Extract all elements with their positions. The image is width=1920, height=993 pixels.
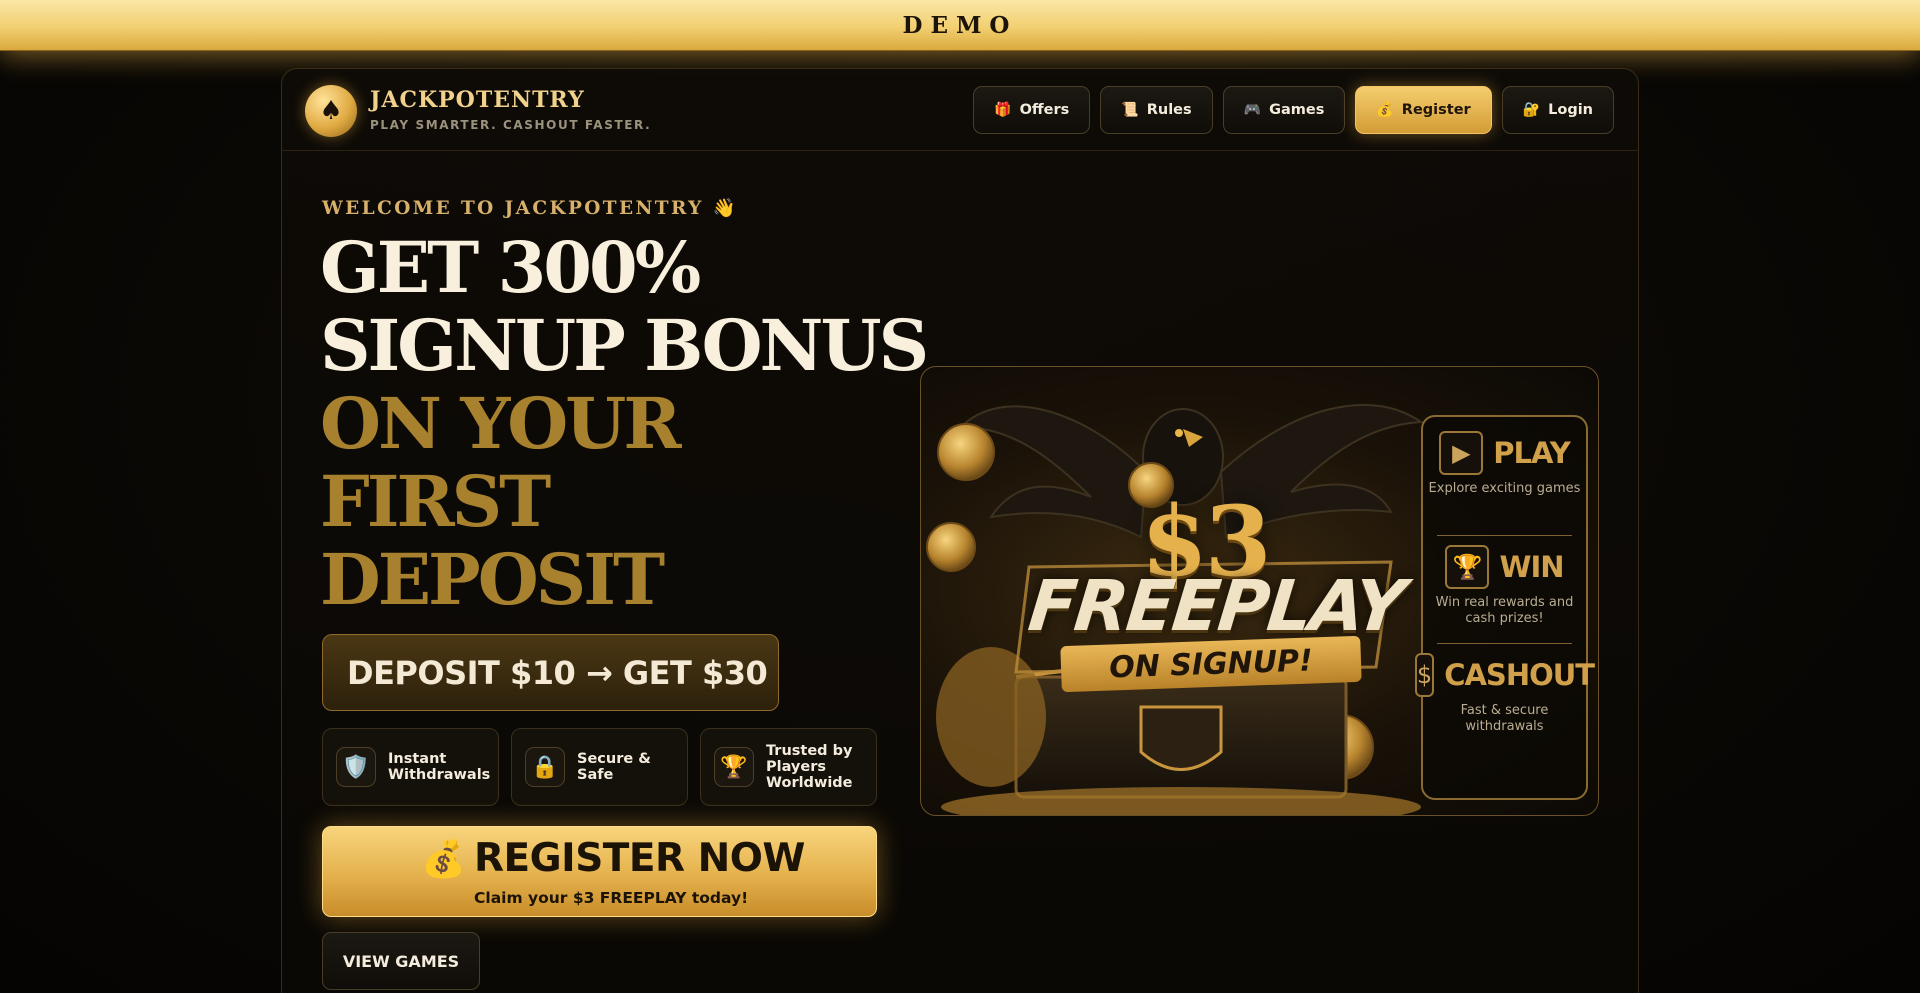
offers-label: Offers (1019, 102, 1070, 118)
padlock-icon: 🔒 (525, 747, 565, 787)
rules-label: Rules (1146, 102, 1192, 118)
site-header: ♠ JACKPOTENTRY PLAY SMARTER. CASHOUT FAS… (282, 69, 1638, 151)
welcome-text: WELCOME TO JACKPOTENTRY 👋 (322, 198, 739, 219)
gift-icon: 🎁 (994, 102, 1012, 118)
promo-steps-panel: ▶ PLAY Explore exciting games 🏆 WIN Win … (1414, 415, 1595, 800)
games-button[interactable]: 🎮 Games (1222, 86, 1346, 134)
top-nav: 🎁 Offers 📜 Rules 🎮 Games 💰 Register 🔐 Lo… (973, 86, 1614, 134)
brand-tagline: PLAY SMARTER. CASHOUT FASTER. (370, 118, 652, 132)
demo-banner: DEMO (0, 0, 1920, 51)
coin (937, 423, 995, 481)
brand-name[interactable]: JACKPOTENTRY (370, 87, 585, 113)
trophy-icon: 🏆 (714, 747, 754, 787)
freeplay-promo-image[interactable]: $3 FREEPLAY ON SIGNUP! ▶ PLAY Explore ex… (920, 366, 1599, 816)
promo-step-play: ▶ PLAY Explore exciting games (1423, 431, 1586, 497)
feature-label: Trusted by Players Worldwide (766, 743, 853, 791)
gamepad-icon: 🎮 (1243, 102, 1262, 118)
view-games-button[interactable]: VIEW GAMES (322, 932, 480, 990)
promo-step-cashout: $ CASHOUT Fast & secure withdrawals (1414, 653, 1595, 735)
headline-gold-line-1: ON YOUR (320, 382, 682, 465)
promo-step-desc: Explore exciting games (1428, 481, 1581, 496)
headline-line-2: SIGNUP BONUS (320, 304, 929, 387)
shield-icon: 🛡️ (336, 747, 376, 787)
feature-label: Secure & Safe (577, 751, 651, 783)
promo-step-desc: Fast & secure withdrawals (1460, 703, 1549, 734)
demo-banner-text: DEMO (902, 11, 1018, 39)
eagle-eye (1175, 429, 1183, 437)
register-now-subtitle: Claim your $3 FREEPLAY today! (474, 889, 749, 907)
headline-gold-line-3: DEPOSIT (320, 538, 665, 621)
feature-label: Instant Withdrawals (388, 751, 491, 783)
offers-button[interactable]: 🎁 Offers (973, 86, 1091, 134)
promo-step-title: WIN (1499, 550, 1564, 584)
promo-step-title: CASHOUT (1444, 658, 1595, 692)
main-container: ♠ JACKPOTENTRY PLAY SMARTER. CASHOUT FAS… (281, 68, 1639, 993)
register-label: Register (1401, 102, 1471, 118)
rules-button[interactable]: 📜 Rules (1100, 86, 1213, 134)
login-button[interactable]: 🔐 Login (1501, 86, 1614, 134)
lock-icon: 🔐 (1522, 102, 1541, 118)
games-label: Games (1269, 102, 1325, 118)
login-label: Login (1548, 102, 1593, 118)
promo-step-desc: Win real rewards and cash prizes! (1435, 595, 1574, 626)
register-button[interactable]: 💰 Register (1355, 86, 1492, 134)
coin (926, 522, 976, 572)
freeplay-headline: FREEPLAY (1024, 565, 1408, 647)
spade-icon[interactable]: ♠ (305, 85, 357, 137)
headline-line-1: GET 300% (320, 226, 701, 309)
chest-shield (1139, 705, 1223, 771)
hero-headline: GET 300% SIGNUP BONUS ON YOUR FIRST DEPO… (320, 226, 929, 621)
dollar-icon: $ (1414, 653, 1435, 697)
play-icon: ▶ (1439, 431, 1484, 475)
feature-trusted: 🏆 Trusted by Players Worldwide (700, 728, 877, 806)
deposit-offer-badge: DEPOSIT $10 → GET $30 (322, 634, 779, 711)
feature-instant-withdrawals: 🛡️ Instant Withdrawals (322, 728, 499, 806)
register-now-title: REGISTER NOW (474, 836, 805, 881)
feature-list: 🛡️ Instant Withdrawals 🔒 Secure & Safe 🏆… (322, 728, 877, 806)
gold-pile (936, 647, 1046, 787)
feature-secure-safe: 🔒 Secure & Safe (511, 728, 688, 806)
panel-divider (1437, 535, 1572, 536)
moneybag-icon: 💰 (421, 839, 466, 880)
trophy-icon: 🏆 (1445, 545, 1490, 589)
register-now-button[interactable]: 💰 REGISTER NOW Claim your $3 FREEPLAY to… (322, 826, 877, 917)
promo-step-win: 🏆 WIN Win real rewards and cash prizes! (1423, 545, 1586, 627)
eagle-wing-left (958, 405, 1148, 539)
scroll-icon: 📜 (1121, 102, 1139, 118)
gold-pile (941, 787, 1421, 815)
headline-gold-line-2: FIRST (320, 460, 551, 543)
promo-step-title: PLAY (1493, 436, 1570, 470)
panel-divider (1437, 643, 1572, 644)
moneybag-icon: 💰 (1376, 102, 1394, 118)
